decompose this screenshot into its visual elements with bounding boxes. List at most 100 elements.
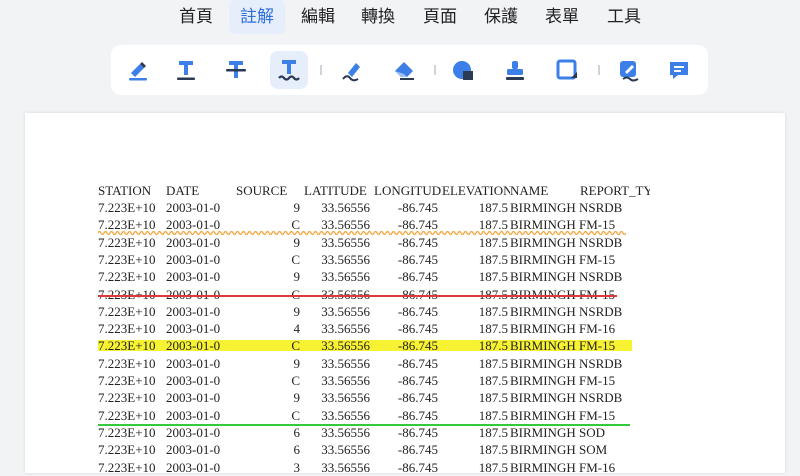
cell-report: SOM bbox=[579, 442, 608, 458]
cell-station: 7.223E+10 bbox=[98, 338, 156, 354]
column-header: SOURCE bbox=[236, 183, 288, 198]
cell-lon: -86.745 bbox=[397, 442, 438, 458]
cell-source: 9 bbox=[293, 200, 301, 215]
cell-station: 7.223E+10 bbox=[98, 251, 156, 267]
cell-lon: -86.745 bbox=[397, 200, 438, 215]
column-header: ELEVATION bbox=[442, 183, 510, 198]
cell-station: 7.223E+10 bbox=[98, 442, 156, 458]
cell-report: FM-16 bbox=[579, 321, 616, 337]
cell-report: NSRDB bbox=[579, 269, 623, 285]
cell-lat: 33.56556 bbox=[321, 303, 370, 319]
cell-lat: 33.56556 bbox=[321, 424, 370, 440]
cell-report: FM-15 bbox=[579, 251, 616, 267]
cell-station: 7.223E+10 bbox=[98, 200, 156, 215]
cell-report: FM-15 bbox=[579, 338, 616, 354]
cell-lon: -86.745 bbox=[397, 338, 438, 354]
column-header: STATION bbox=[98, 183, 152, 198]
cell-report: FM-16 bbox=[579, 459, 616, 475]
stamp-icon bbox=[506, 61, 524, 80]
menu-item-annotate[interactable]: 註解 bbox=[229, 0, 285, 34]
underline-text-icon bbox=[177, 61, 195, 80]
cell-elev: 187.5 bbox=[478, 373, 508, 388]
cell-lon: -86.745 bbox=[397, 407, 438, 423]
cell-station: 7.223E+10 bbox=[98, 269, 156, 285]
cell-source: 9 bbox=[293, 303, 301, 319]
cell-report: NSRDB bbox=[579, 355, 623, 371]
cell-date: 2003-01-0 bbox=[166, 390, 221, 406]
highlight-tool-button[interactable] bbox=[119, 51, 157, 89]
highlight-icon bbox=[129, 62, 147, 81]
stamp-tool-button[interactable] bbox=[496, 51, 534, 89]
cell-station: 7.223E+10 bbox=[98, 373, 156, 388]
cell-source: 6 bbox=[293, 442, 301, 458]
cell-elev: 187.5 bbox=[478, 355, 508, 371]
cell-lon: -86.745 bbox=[397, 269, 438, 285]
cell-name: BIRMINGHAM bbox=[510, 338, 576, 354]
menu-item-edit[interactable]: 編輯 bbox=[296, 0, 340, 34]
cell-name: BIRMINGHAM bbox=[510, 459, 576, 475]
cell-name: BIRMINGHAM bbox=[510, 355, 576, 371]
shape-icon bbox=[453, 61, 473, 80]
cell-lat: 33.56556 bbox=[321, 269, 370, 285]
cell-source: 9 bbox=[293, 390, 301, 406]
strikethrough-text-tool-button[interactable] bbox=[217, 51, 255, 89]
cell-lat: 33.56556 bbox=[321, 355, 370, 371]
cell-date: 2003-01-0 bbox=[166, 269, 221, 285]
cell-lat: 33.56556 bbox=[321, 459, 370, 475]
squiggly-text-tool-button[interactable] bbox=[270, 51, 308, 89]
underline-text-tool-button[interactable] bbox=[167, 51, 205, 89]
cell-lon: -86.745 bbox=[397, 321, 438, 337]
cell-source: 9 bbox=[293, 234, 301, 250]
cell-lon: -86.745 bbox=[397, 303, 438, 319]
cell-station: 7.223E+10 bbox=[98, 407, 156, 423]
comment-icon bbox=[670, 62, 688, 79]
menu-item-protect[interactable]: 保護 bbox=[479, 0, 523, 34]
cell-lon: -86.745 bbox=[397, 234, 438, 250]
column-header: REPORT_TYP bbox=[580, 183, 650, 198]
cell-name: BIRMINGHAM bbox=[510, 269, 576, 285]
toolbar-separator bbox=[434, 65, 436, 75]
menu-item-tools[interactable]: 工具 bbox=[602, 0, 646, 34]
menu-item-form[interactable]: 表單 bbox=[540, 0, 584, 34]
menu-bar: 首頁 註解 編輯 轉換 頁面 保護 表單 工具 bbox=[0, 0, 800, 38]
column-header: LATITUDE bbox=[304, 183, 367, 198]
area-tool-button[interactable] bbox=[548, 51, 586, 89]
cell-report: FM-15 bbox=[579, 373, 616, 388]
shape-tool-button[interactable] bbox=[444, 51, 482, 89]
cell-date: 2003-01-0 bbox=[166, 251, 221, 267]
menu-item-home[interactable]: 首頁 bbox=[175, 0, 217, 34]
cell-elev: 187.5 bbox=[478, 390, 508, 406]
cell-name: BIRMINGHAM bbox=[510, 424, 576, 440]
cell-date: 2003-01-0 bbox=[166, 234, 221, 250]
eraser-icon bbox=[395, 62, 414, 80]
cell-station: 7.223E+10 bbox=[98, 459, 156, 475]
toolbar-separator bbox=[598, 65, 600, 75]
column-header: DATE bbox=[166, 183, 200, 198]
cell-elev: 187.5 bbox=[478, 338, 508, 354]
document-page[interactable]: STATION DATE SOURCE LATITUDE LONGITUDE ELEVAT… bbox=[25, 113, 785, 475]
eraser-tool-button[interactable] bbox=[385, 51, 423, 89]
cell-source: 9 bbox=[293, 269, 301, 285]
strikethrough-annotation[interactable] bbox=[98, 294, 617, 297]
pen-tool-button[interactable] bbox=[333, 51, 371, 89]
cell-elev: 187.5 bbox=[478, 424, 508, 440]
cell-date: 2003-01-0 bbox=[166, 373, 221, 388]
cell-name: BIRMINGHAM bbox=[510, 407, 576, 423]
signature-tool-button[interactable] bbox=[610, 51, 648, 89]
cell-lon: -86.745 bbox=[397, 424, 438, 440]
cell-source: 6 bbox=[293, 424, 301, 440]
menu-item-convert[interactable]: 轉換 bbox=[356, 0, 400, 34]
cell-lat: 33.56556 bbox=[321, 390, 370, 406]
cell-lat: 33.56556 bbox=[321, 338, 370, 354]
cell-source: C bbox=[291, 251, 300, 267]
comment-tool-button[interactable] bbox=[660, 51, 698, 89]
cell-report: NSRDB bbox=[579, 234, 623, 250]
cell-lon: -86.745 bbox=[397, 459, 438, 475]
cell-date: 2003-01-0 bbox=[166, 459, 221, 475]
cell-lat: 33.56556 bbox=[321, 321, 370, 337]
cell-name: BIRMINGHAM bbox=[510, 200, 576, 215]
cell-elev: 187.5 bbox=[478, 303, 508, 319]
cell-source: 3 bbox=[293, 459, 301, 475]
cell-report: SOD bbox=[579, 424, 606, 440]
menu-item-page[interactable]: 頁面 bbox=[418, 0, 462, 34]
